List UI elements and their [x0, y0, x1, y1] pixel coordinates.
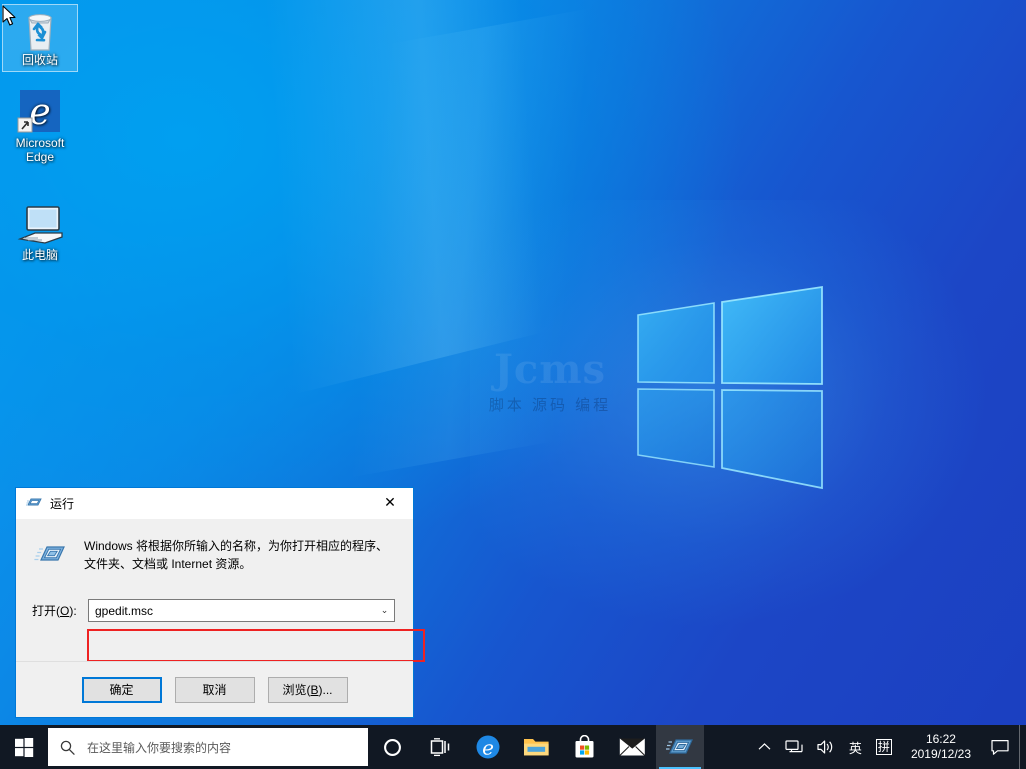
svg-text:e: e — [29, 92, 50, 133]
task-view-icon — [430, 738, 451, 757]
clock-date: 2019/12/23 — [911, 747, 971, 762]
close-icon[interactable]: ✕ — [367, 488, 413, 518]
browse-label-suffix: )... — [319, 683, 333, 697]
taskbar-button-task-view[interactable] — [416, 725, 464, 769]
search-placeholder: 在这里输入你要搜索的内容 — [87, 739, 231, 756]
open-label-prefix: 打开( — [32, 604, 60, 618]
desktop-icon-label-line2: Edge — [2, 150, 78, 164]
start-button[interactable] — [0, 725, 48, 769]
tray-ime-pinyin[interactable]: 拼 — [869, 725, 899, 769]
chevron-up-icon — [758, 742, 771, 752]
run-dialog[interactable]: 运行 ✕ Windows 将根据你所输入的名称，为你打开相应的程序、 文件夹、文… — [15, 487, 414, 718]
store-bag-icon — [573, 735, 596, 759]
run-dialog-description-row: Windows 将根据你所输入的名称，为你打开相应的程序、 文件夹、文档或 In… — [16, 519, 413, 573]
tray-ime-language[interactable]: 英 — [842, 725, 869, 769]
wallpaper-light-beam-1 — [0, 0, 1026, 497]
run-dialog-open-row: 打开(O): ⌄ — [16, 599, 413, 622]
desktop-icon-label: 回收站 — [3, 53, 77, 67]
run-dialog-large-icon — [34, 539, 66, 571]
folder-icon — [523, 736, 550, 758]
ok-button[interactable]: 确定 — [82, 677, 162, 703]
search-icon — [60, 740, 75, 755]
tray-volume-button[interactable] — [810, 725, 842, 769]
tray-ime-pinyin-glyph: 拼 — [876, 739, 892, 755]
browse-label-accesskey: B — [310, 683, 318, 697]
browse-button[interactable]: 浏览(B)... — [268, 677, 348, 703]
this-pc-icon — [2, 200, 78, 248]
taskbar-button-file-explorer[interactable] — [512, 725, 560, 769]
svg-text:e: e — [482, 736, 494, 760]
run-dialog-titlebar[interactable]: 运行 ✕ — [16, 488, 413, 519]
desktop-watermark: Jcms 脚本 源码 编程 — [430, 348, 670, 415]
run-dialog-title: 运行 — [50, 495, 74, 512]
taskbar-button-cortana[interactable] — [368, 725, 416, 769]
run-dialog-description: Windows 将根据你所输入的名称，为你打开相应的程序、 文件夹、文档或 In… — [84, 537, 388, 573]
watermark-sub-text: 脚本 源码 编程 — [430, 394, 670, 415]
run-dialog-description-line2: 文件夹、文档或 Internet 资源。 — [84, 555, 388, 573]
run-command-input[interactable] — [89, 601, 375, 620]
tray-network-button[interactable] — [778, 725, 810, 769]
windows-logo-wallpaper — [628, 285, 828, 490]
run-dialog-footer: 确定 取消 浏览(B)... — [16, 661, 413, 717]
mail-envelope-icon — [619, 737, 646, 757]
wallpaper-light-beam-2 — [0, 0, 1008, 552]
open-field-label: 打开(O): — [32, 602, 88, 619]
network-icon — [785, 739, 803, 755]
edge-icon: e — [475, 734, 501, 760]
taskbar-button-microsoft-store[interactable] — [560, 725, 608, 769]
desktop-icon-recycle-bin[interactable]: 回收站 — [2, 4, 78, 72]
desktop-icon-this-pc[interactable]: 此电脑 — [2, 200, 78, 262]
search-input[interactable]: 在这里输入你要搜索的内容 — [48, 728, 368, 766]
desktop-icon-microsoft-edge[interactable]: e Microsoft Edge — [2, 88, 78, 164]
taskbar-button-edge[interactable]: e — [464, 725, 512, 769]
action-center-icon — [991, 739, 1009, 756]
speaker-icon — [817, 739, 835, 755]
cortana-circle-icon — [383, 738, 402, 757]
chevron-down-icon[interactable]: ⌄ — [375, 600, 394, 621]
windows-start-icon — [15, 738, 34, 757]
edge-icon: e — [2, 88, 78, 136]
action-center-button[interactable] — [981, 725, 1019, 769]
system-tray[interactable]: 英 拼 16:22 2019/12/23 — [751, 725, 1026, 769]
cancel-button[interactable]: 取消 — [175, 677, 255, 703]
taskbar[interactable]: 在这里输入你要搜索的内容 e — [0, 725, 1026, 769]
watermark-main-text: Jcms — [430, 348, 670, 392]
open-label-accesskey: O — [60, 604, 69, 618]
recycle-bin-icon — [3, 5, 77, 53]
run-dialog-icon — [26, 496, 42, 512]
taskbar-button-run[interactable] — [656, 725, 704, 769]
desktop-icon-label: 此电脑 — [2, 248, 78, 262]
show-desktop-button[interactable] — [1019, 725, 1026, 769]
run-dialog-body: Windows 将根据你所输入的名称，为你打开相应的程序、 文件夹、文档或 In… — [16, 519, 413, 682]
tray-overflow-button[interactable] — [751, 725, 778, 769]
clock-time: 16:22 — [926, 732, 956, 747]
run-dialog-description-line1: Windows 将根据你所输入的名称，为你打开相应的程序、 — [84, 537, 388, 555]
open-combobox[interactable]: ⌄ — [88, 599, 395, 622]
taskbar-clock[interactable]: 16:22 2019/12/23 — [899, 725, 981, 769]
highlight-annotation-box — [87, 629, 425, 662]
desktop[interactable]: Jcms 脚本 源码 编程 回收站 e Microsoft — [0, 0, 1026, 769]
wallpaper-glow — [470, 200, 990, 630]
browse-label-prefix: 浏览( — [282, 681, 310, 698]
desktop-icon-label-line1: Microsoft — [2, 136, 78, 150]
open-label-suffix: ): — [69, 604, 76, 618]
taskbar-button-mail[interactable] — [608, 725, 656, 769]
run-dialog-icon — [666, 736, 694, 758]
